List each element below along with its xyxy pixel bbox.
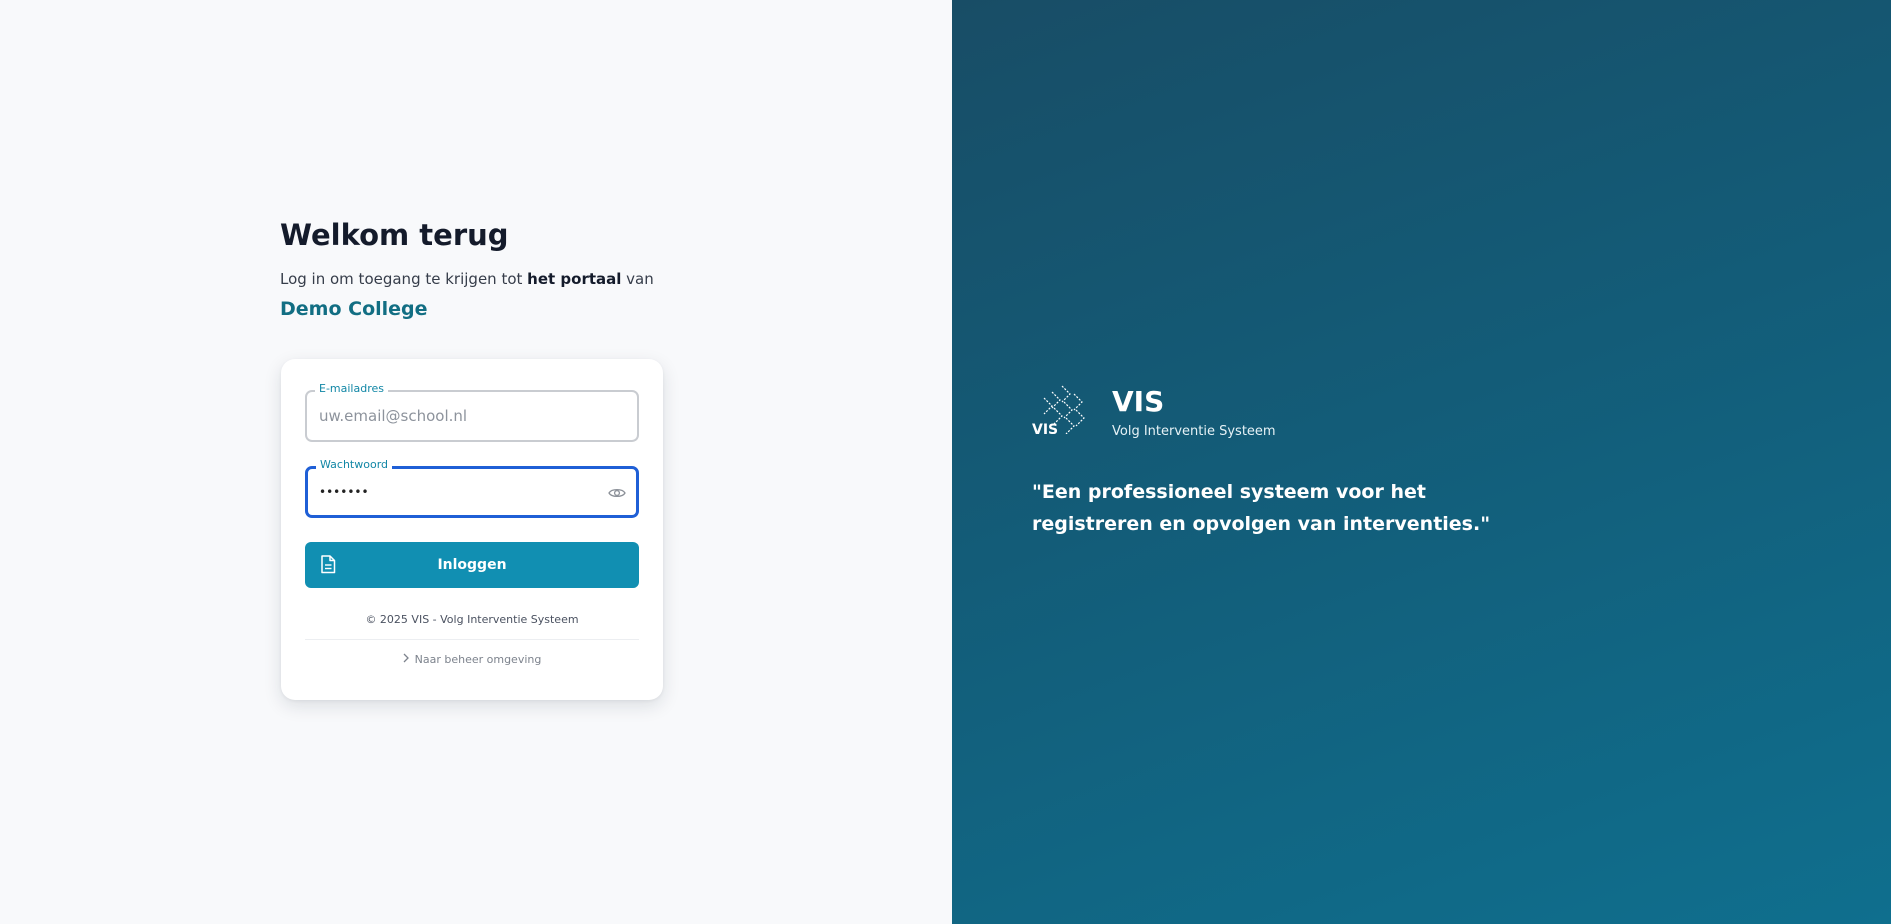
email-field: E-mailadres <box>305 382 639 442</box>
brand-quote: "Een professioneel systeem voor het regi… <box>1032 481 1491 535</box>
divider <box>305 639 639 640</box>
email-label: E-mailadres <box>315 382 388 395</box>
logo-text: VIS <box>1032 422 1059 438</box>
subtitle-text-end: van <box>621 270 654 288</box>
admin-link-label: Naar beheer omgeving <box>414 653 542 666</box>
brand-panel: VIS VIS Volg Interventie Systeem "Een pr… <box>952 0 1891 924</box>
password-field: Wachtwoord <box>305 458 639 518</box>
brand-subtitle: Volg Interventie Systeem <box>1112 423 1276 439</box>
copyright-text: © 2025 VIS - Volg Interventie Systeem <box>365 613 579 626</box>
login-panel: Welkom terug Log in om toegang te krijge… <box>0 0 952 924</box>
page-subtitle: Log in om toegang te krijgen tot het por… <box>280 270 654 288</box>
school-name: Demo College <box>280 298 428 320</box>
subtitle-text: Log in om toegang te krijgen tot <box>280 270 528 288</box>
brand-block: VIS VIS Volg Interventie Systeem <box>1032 382 1276 444</box>
email-input[interactable] <box>319 404 599 428</box>
page-title: Welkom terug <box>280 218 509 252</box>
login-button[interactable]: Inloggen <box>305 542 639 588</box>
eye-icon[interactable] <box>606 482 628 504</box>
chevron-right-icon <box>403 653 409 666</box>
brand-name: VIS <box>1112 384 1165 418</box>
admin-environment-link[interactable]: Naar beheer omgeving <box>281 653 663 666</box>
subtitle-bold-text: het portaal <box>527 270 622 288</box>
password-input[interactable] <box>319 480 599 504</box>
login-button-label: Inloggen <box>437 557 507 573</box>
login-card: E-mailadres Wachtwoord <box>281 359 663 700</box>
password-label: Wachtwoord <box>316 458 393 471</box>
document-icon <box>319 555 337 575</box>
brand-text: VIS Volg Interventie Systeem <box>1112 384 1276 439</box>
vis-logo: VIS <box>1032 382 1100 444</box>
